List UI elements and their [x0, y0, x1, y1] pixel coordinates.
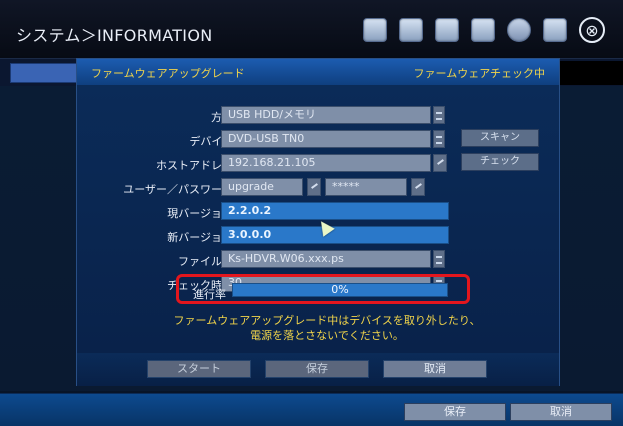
- password-edit-button[interactable]: [411, 178, 425, 196]
- close-button[interactable]: ⊗: [579, 17, 605, 43]
- tools-icon[interactable]: [399, 18, 423, 42]
- bottom-cancel-button[interactable]: 取消: [510, 403, 612, 421]
- dialog-status: ファームウェアチェック中: [413, 67, 545, 80]
- start-button[interactable]: スタート: [147, 360, 251, 378]
- host-address-label: ホストアドレス: [156, 159, 233, 172]
- app-root: システム＞INFORMATION ⊗ ファームウェアアップグレード ファームウェ…: [0, 0, 623, 426]
- dialog-footer: スタート 保存 取消: [77, 353, 559, 386]
- document-icon[interactable]: [543, 18, 567, 42]
- dialog-cancel-button[interactable]: 取消: [383, 360, 487, 378]
- file-name-select[interactable]: Ks-HDVR.W06.xxx.ps: [221, 250, 431, 268]
- user-icon[interactable]: [435, 18, 459, 42]
- new-version-value: 3.0.0.0: [221, 226, 449, 244]
- page-title: システム＞INFORMATION: [16, 26, 213, 45]
- host-edit-button[interactable]: [433, 154, 447, 172]
- file-name-label: ファイル名: [178, 255, 233, 268]
- user-edit-button[interactable]: [307, 178, 321, 196]
- credentials-row: ユーザー／パスワード upgrade *****: [77, 177, 559, 199]
- device-row: デバイス DVD-USB TN0 スキャン: [77, 129, 559, 151]
- progress-label: 進行率: [193, 288, 226, 301]
- user-password-label: ユーザー／パスワード: [123, 183, 233, 196]
- method-stepper[interactable]: [433, 106, 445, 124]
- close-icon: ⊗: [585, 20, 599, 40]
- back-icon[interactable]: [507, 18, 531, 42]
- background-tab-right-filler: [558, 61, 623, 85]
- scan-button[interactable]: スキャン: [461, 129, 539, 147]
- upgrade-warning-notice: ファームウェアアップグレード中はデバイスを取り外したり、 電源を落とさないでくだ…: [134, 313, 520, 343]
- bottom-action-bar: 保存 取消: [0, 393, 623, 426]
- file-name-stepper[interactable]: [433, 250, 445, 268]
- gear-icon[interactable]: [471, 18, 495, 42]
- network-icon[interactable]: [363, 18, 387, 42]
- progress-bar: 0%: [232, 283, 448, 297]
- notice-line-1: ファームウェアアップグレード中はデバイスを取り外したり、: [173, 314, 481, 327]
- device-label: デバイス: [189, 135, 233, 148]
- host-address-field[interactable]: 192.168.21.105: [221, 154, 431, 172]
- titlebar: システム＞INFORMATION ⊗: [0, 0, 623, 59]
- notice-line-2: 電源を落とさないでください。: [250, 329, 404, 342]
- password-field[interactable]: *****: [325, 178, 407, 196]
- method-row: 方式 USB HDD/メモリ: [77, 105, 559, 127]
- file-name-row: ファイル名 Ks-HDVR.W06.xxx.ps: [77, 249, 559, 271]
- current-version-row: 現バージョン 2.2.0.2: [77, 201, 559, 223]
- dialog-save-button[interactable]: 保存: [265, 360, 369, 378]
- device-select[interactable]: DVD-USB TN0: [221, 130, 431, 148]
- dialog-title: ファームウェアアップグレード: [91, 67, 245, 80]
- method-select[interactable]: USB HDD/メモリ: [221, 106, 431, 124]
- new-version-label: 新バージョン: [167, 231, 233, 244]
- current-version-value: 2.2.0.2: [221, 202, 449, 220]
- check-button[interactable]: チェック: [461, 153, 539, 171]
- dialog-header: ファームウェアアップグレード ファームウェアチェック中: [77, 59, 559, 86]
- top-toolbar-icons: ⊗: [363, 16, 605, 44]
- device-stepper[interactable]: [433, 130, 445, 148]
- progress-text: 0%: [331, 283, 349, 296]
- bottom-save-button[interactable]: 保存: [404, 403, 506, 421]
- user-field[interactable]: upgrade: [221, 178, 303, 196]
- method-label: 方式: [113, 109, 233, 125]
- host-row: ホストアドレス 192.168.21.105 チェック: [77, 153, 559, 175]
- current-version-label: 現バージョン: [167, 207, 233, 220]
